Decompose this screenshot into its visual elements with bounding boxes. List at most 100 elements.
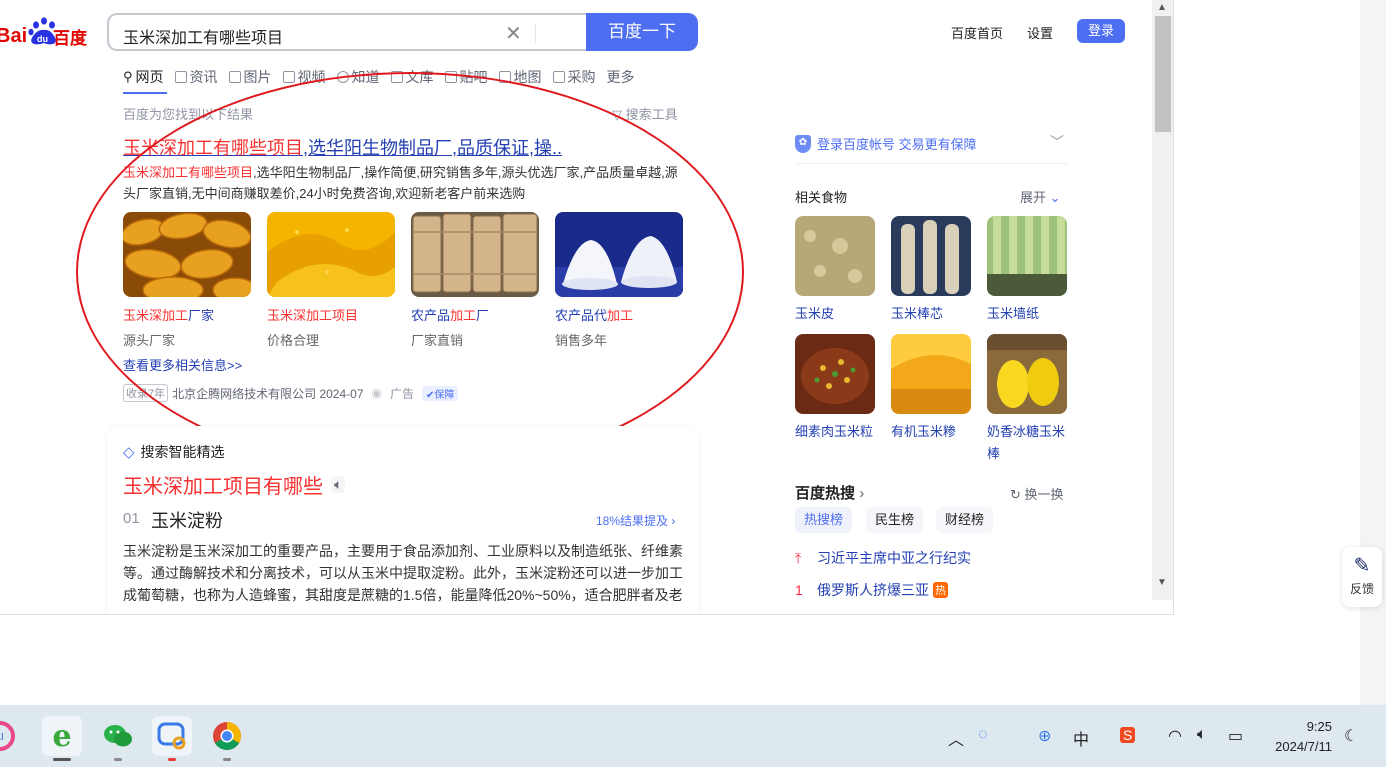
ad-card-subtitle: 厂家直销	[411, 333, 464, 348]
login-tip[interactable]: ✿ 登录百度帐号 交易更有保障	[795, 134, 977, 153]
ad-result-title[interactable]: 玉米深加工有哪些项目,选华阳生物制品厂,品质保证,操..	[123, 134, 562, 160]
related-foods-title: 相关食物	[795, 190, 848, 205]
tab-images[interactable]: 图片	[228, 65, 272, 89]
vertical-scrollbar[interactable]: ▲ ▼	[1152, 0, 1173, 600]
caption-pre: 农产品	[411, 308, 451, 323]
more-info-link[interactable]: 查看更多相关信息>>	[123, 355, 242, 374]
hot-search-label: 百度热搜	[795, 485, 856, 502]
tab-label: 更多	[606, 69, 635, 85]
tab-map[interactable]: 地图	[498, 65, 542, 89]
tab-hot[interactable]: 热搜榜	[795, 507, 853, 533]
tab-news[interactable]: 资讯	[174, 65, 218, 89]
ad-card-caption: 玉米深加工厂家	[123, 305, 251, 324]
speaker-icon[interactable]: 🔈︎	[331, 476, 346, 493]
map-icon	[498, 71, 511, 83]
homepage-link[interactable]: 百度首页	[951, 23, 1003, 42]
guarantee-label: 保障	[434, 389, 455, 401]
food-item[interactable]: 细素肉玉米粒	[795, 334, 875, 443]
tab-more[interactable]: 更多	[607, 65, 635, 89]
ie-browser-icon[interactable]: e	[42, 716, 82, 761]
login-tip-text: 登录百度帐号 交易更有保障	[817, 137, 977, 152]
chevron-right-icon: ›	[859, 485, 865, 502]
sogou-icon[interactable]: S	[1120, 727, 1136, 743]
search-tray-icon[interactable]: ◌	[978, 726, 988, 744]
scroll-up-arrow-icon[interactable]: ▲	[1157, 3, 1167, 13]
tab-web[interactable]: ⚲ 网页	[123, 65, 164, 89]
chevron-down-icon[interactable]: ﹀	[1050, 132, 1064, 152]
search-input[interactable]: 玉米深加工有哪些项目 ✕	[107, 13, 587, 51]
refresh-button[interactable]: ↻ 换一换	[1010, 484, 1064, 503]
video-icon	[282, 71, 295, 83]
login-button[interactable]: 登录	[1077, 19, 1125, 43]
corn-husk-image	[795, 216, 875, 296]
wechat-icon[interactable]	[98, 716, 138, 761]
drums-image	[411, 212, 539, 297]
result-count: 百度为您找到以下结果	[123, 107, 254, 122]
ad-result-description: 玉米深加工有哪些项目,选华阳生物制品厂,操作简便,研究销售多年,源头优选厂家,产…	[123, 162, 683, 204]
tab-label: 知道	[351, 69, 380, 85]
title-rest: ,选华阳生物制品厂,品质保证,操..	[303, 138, 563, 158]
clear-icon[interactable]: ✕	[505, 21, 522, 46]
chevron-up-icon[interactable]: ︿	[948, 726, 964, 750]
search-button[interactable]: 百度一下	[586, 13, 698, 51]
title-highlight: 玉米深加工有哪些项目	[123, 138, 303, 158]
battery-icon[interactable]: ▭	[1228, 726, 1243, 746]
expand-button[interactable]: 展开 ⌄	[1020, 187, 1061, 206]
moon-icon[interactable]: ☾	[1344, 726, 1358, 746]
hot-item[interactable]: 1 俄罗斯人挤爆三亚 热	[795, 580, 948, 600]
tab-finance[interactable]: 财经榜	[936, 507, 994, 533]
divider	[535, 23, 536, 43]
browser-viewport: Bai du 百度 玉米深加工有哪些项目 ✕ 百度一下 百度首页 设置 登录 ⚲…	[0, 0, 1174, 615]
chrome-icon[interactable]	[207, 716, 247, 761]
food-item[interactable]: 有机玉米糁	[891, 334, 971, 443]
ad-card[interactable]: 农产品代加工 销售多年	[555, 212, 683, 349]
company-name[interactable]: 北京企腾网络技术有限公司 2024-07	[172, 385, 363, 402]
ad-card[interactable]: 农产品加工厂 厂家直销	[411, 212, 539, 349]
corn-grits-image	[891, 334, 971, 414]
item-ratio-link[interactable]: 18%结果提及 ›	[596, 512, 675, 529]
item-number: 01	[123, 510, 140, 527]
image-icon	[228, 71, 241, 83]
ad-card[interactable]: 玉米深加工项目 价格合理	[267, 212, 395, 349]
hot-item[interactable]: ⤒ 习近平主席中亚之行纪实	[795, 548, 971, 568]
item-name[interactable]: 玉米淀粉	[151, 507, 223, 533]
scroll-down-arrow-icon[interactable]: ▼	[1157, 578, 1167, 588]
tab-zhidao[interactable]: 知道	[336, 65, 380, 89]
clock-date: 2024/7/11	[1275, 739, 1332, 754]
tab-label: 网页	[135, 69, 164, 85]
hot-search-title[interactable]: 百度热搜 ›	[795, 482, 864, 503]
network-app-icon[interactable]: ⊕	[1038, 726, 1051, 746]
search-tools-button[interactable]: ▽ 搜索工具	[612, 104, 678, 123]
ad-card[interactable]: 玉米深加工厂家 源头厂家	[123, 212, 251, 349]
ai-app-icon[interactable]: AI	[0, 716, 20, 756]
tab-tieba[interactable]: 贴吧	[444, 65, 488, 89]
food-item[interactable]: 玉米皮	[795, 216, 875, 325]
ad-card-caption: 农产品代加工	[555, 305, 683, 324]
food-item[interactable]: 玉米墙纸	[987, 216, 1067, 325]
smart-title[interactable]: 玉米深加工项目有哪些 🔈︎	[123, 470, 346, 499]
food-name: 细素肉玉米粒	[795, 424, 874, 439]
wifi-icon[interactable]: ◠	[1168, 726, 1182, 746]
ad-card-caption: 玉米深加工项目	[267, 305, 395, 324]
food-item[interactable]: 奶香冰糖玉米棒	[987, 334, 1067, 465]
divider	[795, 163, 1068, 164]
clock[interactable]: 9:25 2024/7/11	[1266, 717, 1332, 757]
baidu-logo[interactable]: Bai du 百度	[0, 14, 92, 50]
search-app-icon[interactable]	[152, 716, 192, 761]
tab-purchase[interactable]: 采购	[552, 65, 596, 89]
tieba-icon	[444, 71, 457, 83]
scrollbar-thumb[interactable]	[1155, 16, 1171, 132]
tab-wenku[interactable]: 文库	[390, 65, 434, 89]
food-item[interactable]: 玉米棒芯	[891, 216, 971, 325]
food-name: 有机玉米糁	[891, 424, 957, 439]
smart-answer-card: ◇ 搜索智能精选 玉米深加工项目有哪些 🔈︎ 01 玉米淀粉 18%结果提及 ›…	[107, 426, 699, 614]
volume-icon[interactable]: 🔈︎	[1197, 726, 1207, 744]
smart-title-text: 玉米深加工项目有哪些	[123, 476, 323, 498]
tab-video[interactable]: 视频	[282, 65, 326, 89]
guarantee-badge[interactable]: ✔保障	[422, 385, 459, 401]
hot-item-text: 俄罗斯人挤爆三亚	[817, 582, 929, 598]
feedback-button[interactable]: ✎ 反馈	[1342, 547, 1382, 607]
tab-livelihood[interactable]: 民生榜	[866, 507, 924, 533]
ime-indicator[interactable]: 中	[1073, 726, 1089, 750]
settings-link[interactable]: 设置	[1027, 23, 1053, 42]
